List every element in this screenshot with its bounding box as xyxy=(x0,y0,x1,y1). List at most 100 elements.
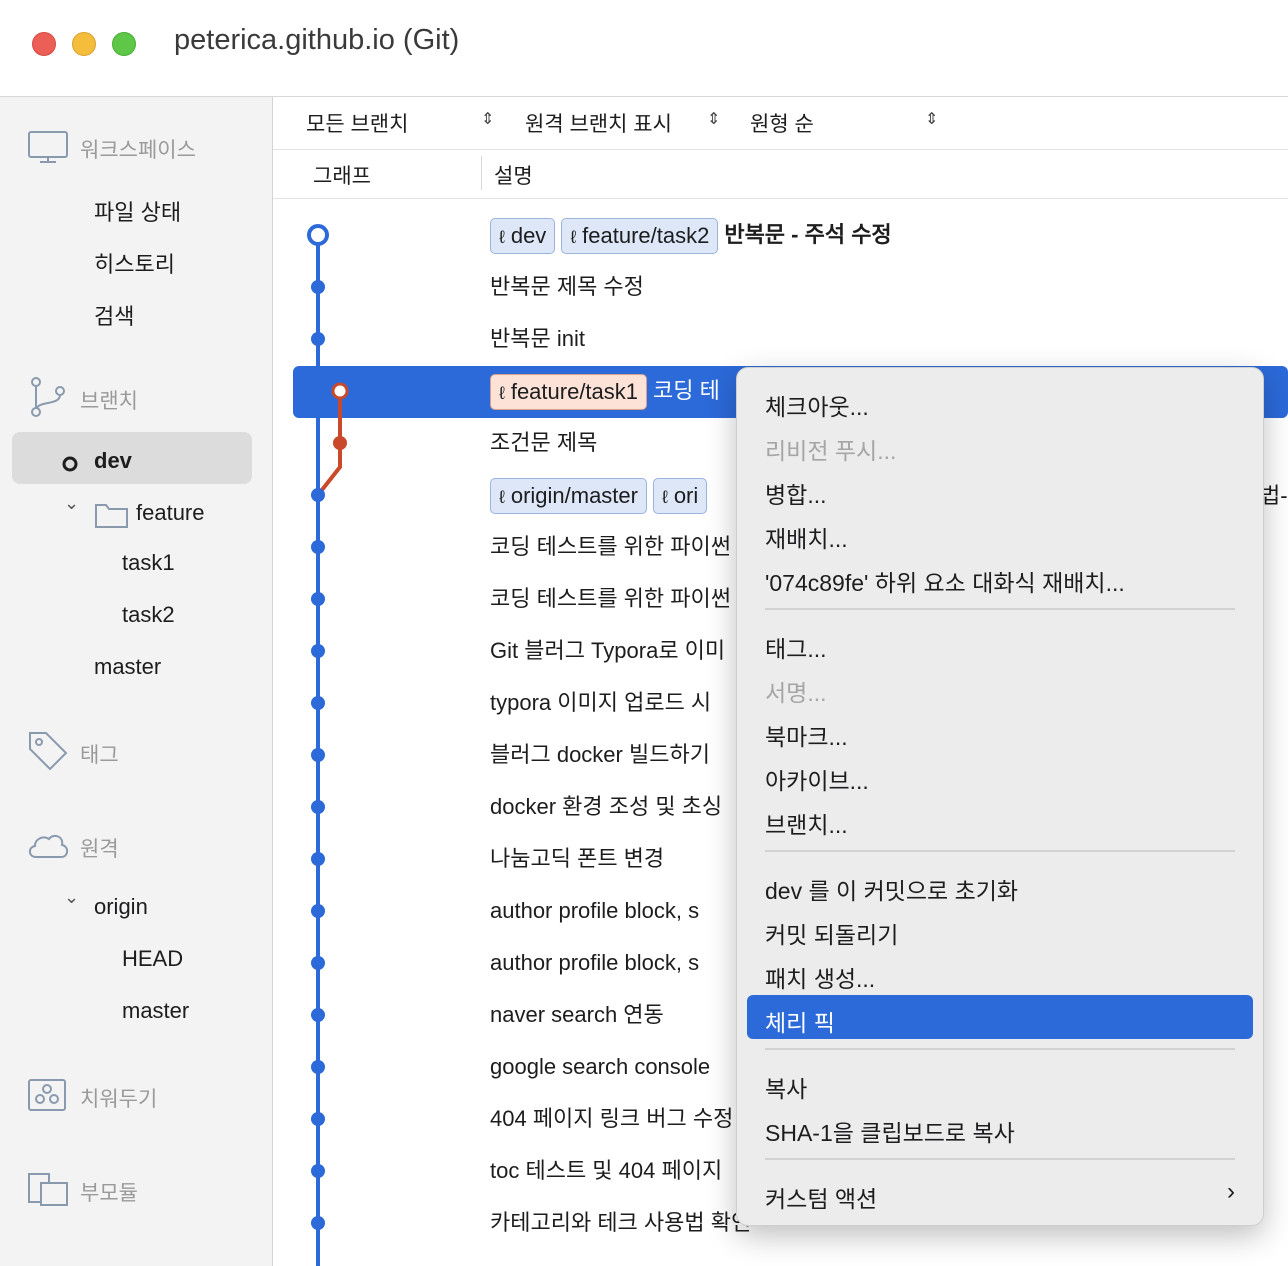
updown-chevron-icon[interactable]: ⇕ xyxy=(707,109,720,129)
monitor-icon xyxy=(28,131,68,163)
branch-badge-label: feature/task1 xyxy=(510,379,639,405)
menu-item-merge[interactable]: 병합... xyxy=(765,476,827,510)
commit-message: 코딩 테스트를 위한 파이썬 xyxy=(490,534,731,559)
commit-row[interactable]: 카테고리와 테크 사용법 확인 xyxy=(490,1197,751,1249)
order-select[interactable]: 원형 순 xyxy=(750,108,814,138)
commit-row[interactable]: 조건문 제목 xyxy=(490,417,597,469)
commit-dot xyxy=(311,904,325,918)
commit-row[interactable]: author profile block, s xyxy=(490,885,699,937)
commit-row[interactable]: ℓ origin/master ℓ ori xyxy=(490,469,713,521)
commit-row[interactable]: 코딩 테스트를 위한 파이썬 xyxy=(490,521,731,573)
commit-row[interactable]: author profile block, s xyxy=(490,937,699,989)
updown-chevron-icon[interactable]: ⇕ xyxy=(481,109,494,129)
commit-row[interactable]: 나눔고딕 폰트 변경 xyxy=(490,833,664,885)
commit-row[interactable]: google search console xyxy=(490,1041,710,1093)
sidebar-item-history[interactable]: 히스토리 xyxy=(94,247,175,279)
commit-message: naver search 연동 xyxy=(490,1002,664,1027)
tag-icon xyxy=(29,732,68,771)
zoom-window-button[interactable] xyxy=(112,32,136,56)
menu-item-bookmark[interactable]: 북마크... xyxy=(765,718,848,752)
menu-item-copy-sha[interactable]: SHA-1을 클립보드로 복사 xyxy=(765,1114,1015,1148)
commit-message: 나눔고딕 폰트 변경 xyxy=(490,846,665,871)
history-toolbar: 모든 브랜치 ⇕ 원격 브랜치 표시 ⇕ 원형 순 ⇕ xyxy=(273,97,1288,150)
commit-row[interactable]: naver search 연동 xyxy=(490,989,664,1041)
commit-message: author profile block, s xyxy=(490,898,700,923)
sidebar-item-origin-head[interactable]: HEAD xyxy=(122,946,183,972)
submodule-icon xyxy=(28,1173,68,1206)
sidebar-item-dev[interactable]: dev xyxy=(94,448,132,474)
commit-dot xyxy=(311,1060,325,1074)
truncated-text: 법- xyxy=(1260,483,1288,508)
menu-item-copy[interactable]: 복사 xyxy=(765,1070,807,1104)
commit-row[interactable]: 코딩 테스트를 위한 파이썬 xyxy=(490,573,731,625)
commit-message: 404 페이지 링크 버그 수정 xyxy=(490,1106,734,1131)
sidebar-section-remotes[interactable]: 원격 xyxy=(80,833,119,863)
menu-item-checkout[interactable]: 체크아웃... xyxy=(765,388,869,422)
menu-item-rebase[interactable]: 재배치... xyxy=(765,520,848,554)
chevron-down-icon[interactable]: ⌄ xyxy=(64,887,79,908)
commit-dot xyxy=(311,1216,325,1230)
commit-dot xyxy=(311,280,325,294)
commit-row[interactable]: typora 이미지 업로드 시 xyxy=(490,677,711,729)
branch-badge[interactable]: ℓ feature/task2 xyxy=(561,218,719,255)
remote-filter-select[interactable]: 원격 브랜치 표시 xyxy=(525,108,672,138)
sidebar-item-origin-master[interactable]: master xyxy=(122,998,189,1024)
column-description[interactable]: 설명 xyxy=(494,160,533,190)
branch-icon: ℓ xyxy=(499,487,505,508)
commit-graph xyxy=(307,224,349,1266)
menu-item-reset[interactable]: dev 를 이 커밋으로 초기화 xyxy=(765,872,1018,906)
sidebar-section-workspace[interactable]: 워크스페이스 xyxy=(80,134,196,164)
sidebar-item-search[interactable]: 검색 xyxy=(94,299,134,331)
commit-dot xyxy=(311,956,325,970)
sidebar-item-origin[interactable]: origin xyxy=(94,894,148,920)
menu-item-interactive-rebase[interactable]: '074c89fe' 하위 요소 대화식 재배치... xyxy=(765,564,1125,598)
updown-chevron-icon[interactable]: ⇕ xyxy=(925,109,938,129)
sidebar-section-submodules[interactable]: 부모듈 xyxy=(80,1177,138,1207)
minimize-window-button[interactable] xyxy=(72,32,96,56)
branch-badge[interactable]: ℓ ori xyxy=(652,478,708,515)
menu-item-revert[interactable]: 커밋 되돌리기 xyxy=(765,916,898,950)
commit-message: 반복문 - 주석 수정 xyxy=(724,222,892,247)
branch-icon: ℓ xyxy=(499,383,505,404)
branch-badge[interactable]: ℓ origin/master xyxy=(490,478,647,515)
menu-item-tag[interactable]: 태그... xyxy=(765,630,827,664)
commit-row[interactable]: ℓ dev ℓ feature/task2 반복문 - 주석 수정 xyxy=(490,209,892,261)
menu-separator xyxy=(765,1048,1235,1050)
sidebar-item-master[interactable]: master xyxy=(94,654,161,680)
commit-message: 블러그 docker 빌드하기 xyxy=(490,742,710,767)
commit-row[interactable]: 반복문 제목 수정 xyxy=(490,261,644,313)
commit-row[interactable]: Git 블러그 Typora로 이미 xyxy=(490,625,725,677)
sidebar-item-task2[interactable]: task2 xyxy=(122,602,175,628)
menu-item-custom-actions[interactable]: 커스텀 액션 xyxy=(765,1180,877,1214)
sidebar-section-tags[interactable]: 태그 xyxy=(80,739,119,769)
sidebar: 워크스페이스 파일 상태 히스토리 검색 브랜치 dev ⌄ feature t… xyxy=(0,97,273,1266)
sidebar-item-dev-selected[interactable] xyxy=(12,432,252,484)
close-window-button[interactable] xyxy=(32,32,56,56)
commit-row[interactable]: 404 페이지 링크 버그 수정 xyxy=(490,1093,733,1145)
column-header: 그래프 설명 xyxy=(273,150,1288,199)
commit-row[interactable]: 블러그 docker 빌드하기 xyxy=(490,729,710,781)
sidebar-section-stashes[interactable]: 치워두기 xyxy=(80,1083,157,1113)
commit-message: author profile block, s xyxy=(490,950,700,975)
branch-icon xyxy=(31,377,65,417)
column-divider[interactable] xyxy=(481,156,482,190)
menu-item-cherry-pick[interactable]: 체리 픽 xyxy=(765,1004,835,1038)
commit-row[interactable]: toc 테스트 및 404 페이지 xyxy=(490,1145,722,1197)
commit-row[interactable]: 반복문 init xyxy=(490,313,585,365)
commit-dot xyxy=(311,1164,325,1178)
chevron-down-icon[interactable]: ⌄ xyxy=(64,493,79,514)
sidebar-item-task1[interactable]: task1 xyxy=(122,550,175,576)
commit-row[interactable]: ℓ feature/task1 코딩 테 xyxy=(490,365,720,417)
menu-item-archive[interactable]: 아카이브... xyxy=(765,762,869,796)
commit-row[interactable]: docker 환경 조성 및 초싱 xyxy=(490,781,722,833)
cloud-icon xyxy=(28,834,69,858)
menu-item-create-patch[interactable]: 패치 생성... xyxy=(765,960,875,994)
branch-badge[interactable]: ℓ feature/task1 xyxy=(490,374,648,411)
sidebar-item-file-status[interactable]: 파일 상태 xyxy=(94,195,181,227)
context-menu: 체크아웃... 리비전 푸시... 병합... 재배치... '074c89fe… xyxy=(736,367,1264,1226)
sidebar-section-branches[interactable]: 브랜치 xyxy=(80,385,138,415)
menu-item-branch[interactable]: 브랜치... xyxy=(765,806,848,840)
branch-badge[interactable]: ℓ dev xyxy=(490,218,556,255)
sidebar-item-feature[interactable]: feature xyxy=(136,500,205,526)
branch-badge-label: origin/master xyxy=(510,483,638,509)
